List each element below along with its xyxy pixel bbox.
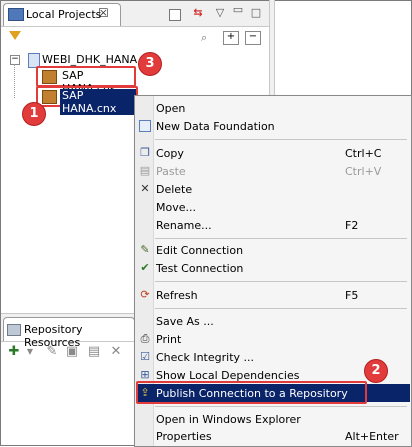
menu-label: Properties (156, 430, 212, 443)
delete-icon: ✕ (140, 182, 150, 195)
menu-item-move[interactable]: Move... (136, 198, 410, 216)
menu-item-open-in-explorer[interactable]: Open in Windows Explorer (136, 410, 410, 428)
menu-item-rename[interactable]: Rename... F2 (136, 216, 410, 234)
menu-label: Open in Windows Explorer (156, 413, 301, 426)
project-label: WEBI_DHK_HANA (42, 53, 138, 66)
menu-item-paste: ▤ Paste Ctrl+V (136, 162, 410, 180)
menu-separator (155, 139, 407, 140)
test-connection-icon: ✔ (140, 261, 150, 274)
menu-label: Test Connection (156, 262, 244, 275)
tab-local-projects-label: Local Projects (26, 8, 102, 21)
menu-label: Rename... (156, 219, 212, 232)
menu-label: Move... (156, 201, 196, 214)
local-projects-toolbar: ⌕ + − (1, 27, 269, 49)
menu-separator (155, 406, 407, 407)
search-icon[interactable]: ⌕ (201, 31, 215, 44)
local-projects-icon (8, 8, 24, 21)
expand-all-icon[interactable]: + (223, 31, 239, 45)
menu-label: Save As ... (156, 315, 214, 328)
tree-item-cns[interactable]: SAP HANA.cns (36, 66, 136, 95)
copy-icon: ❐ (140, 146, 150, 159)
menu-item-test-connection[interactable]: ✔ Test Connection (136, 259, 410, 277)
menu-shortcut: Ctrl+V (345, 165, 382, 178)
menu-label: Delete (156, 183, 193, 196)
menu-separator (155, 238, 407, 239)
tab-local-projects[interactable]: Local Projects ☒ (3, 3, 121, 26)
step-badge-2: 2 (364, 359, 388, 383)
connection-file-icon (42, 90, 57, 104)
collapse-all-icon[interactable] (169, 9, 181, 21)
show-dependencies-icon: ⊞ (140, 368, 150, 381)
new-data-foundation-icon (139, 120, 151, 132)
collapse-tree-icon[interactable]: − (245, 31, 261, 45)
import-icon[interactable]: ▤ (87, 345, 101, 359)
view-menu-icon[interactable]: ▽ (213, 6, 227, 20)
menu-separator (155, 308, 407, 309)
menu-item-properties[interactable]: Properties Alt+Enter (136, 427, 410, 445)
menu-separator (155, 281, 407, 282)
menu-item-new-data-foundation[interactable]: New Data Foundation (136, 117, 410, 135)
edit-icon[interactable]: ✎ (45, 345, 59, 359)
maximize-icon[interactable]: □ (249, 6, 263, 20)
menu-item-copy[interactable]: ❐ Copy Ctrl+C (136, 144, 410, 162)
menu-label: Refresh (156, 289, 198, 302)
menu-item-edit-connection[interactable]: ✎ Edit Connection (136, 241, 410, 259)
menu-item-save-as[interactable]: Save As ... (136, 312, 410, 330)
menu-label: New Data Foundation (156, 120, 275, 133)
paste-icon: ▤ (139, 164, 151, 177)
menu-shortcut: Alt+Enter (345, 430, 399, 443)
menu-item-open[interactable]: Open (136, 99, 410, 117)
dropdown-arrow-icon[interactable]: ▼ (23, 345, 37, 359)
menu-label: Paste (156, 165, 186, 178)
add-icon[interactable]: ✚ (7, 345, 21, 359)
menu-shortcut: Ctrl+C (345, 147, 382, 160)
menu-shortcut: F2 (345, 219, 359, 232)
repository-item-icon[interactable]: ▣ (65, 345, 79, 359)
menu-item-delete[interactable]: ✕ Delete (136, 180, 410, 198)
tree-guide-line (14, 64, 16, 98)
tab-repository-resources[interactable]: Repository Resources (3, 317, 135, 349)
refresh-icon: ⟳ (140, 288, 150, 301)
menu-label: Open (156, 102, 186, 115)
link-with-editor-icon[interactable]: ⇆ (191, 6, 205, 20)
edit-connection-icon: ✎ (140, 243, 150, 256)
local-projects-tabbar: Local Projects ☒ ⇆ ▽ ▭ □ (1, 1, 269, 27)
print-icon: ⎙ (140, 332, 150, 345)
check-integrity-icon: ☑ (140, 350, 150, 363)
connection-shortcut-icon (42, 70, 57, 84)
publish-highlight-box (136, 381, 367, 404)
menu-item-print[interactable]: ⎙ Print (136, 330, 410, 348)
tree-item-cnx-label: SAP HANA.cnx (60, 89, 136, 115)
minimize-icon[interactable]: ▭ (231, 3, 245, 17)
tree-item-cnx[interactable]: SAP HANA.cnx (36, 86, 138, 115)
remove-icon[interactable]: ✕ (109, 345, 123, 359)
filter-icon[interactable] (9, 31, 21, 40)
step-badge-3: 3 (138, 52, 162, 76)
menu-label: Check Integrity ... (156, 351, 255, 364)
repository-icon (7, 324, 21, 336)
menu-item-refresh[interactable]: ⟳ Refresh F5 (136, 286, 410, 304)
menu-label: Edit Connection (156, 244, 244, 257)
menu-label: Print (156, 333, 182, 346)
close-icon[interactable]: ☒ (98, 6, 109, 20)
step-badge-1: 1 (22, 102, 46, 126)
menu-shortcut: F5 (345, 289, 359, 302)
menu-label: Copy (156, 147, 184, 160)
